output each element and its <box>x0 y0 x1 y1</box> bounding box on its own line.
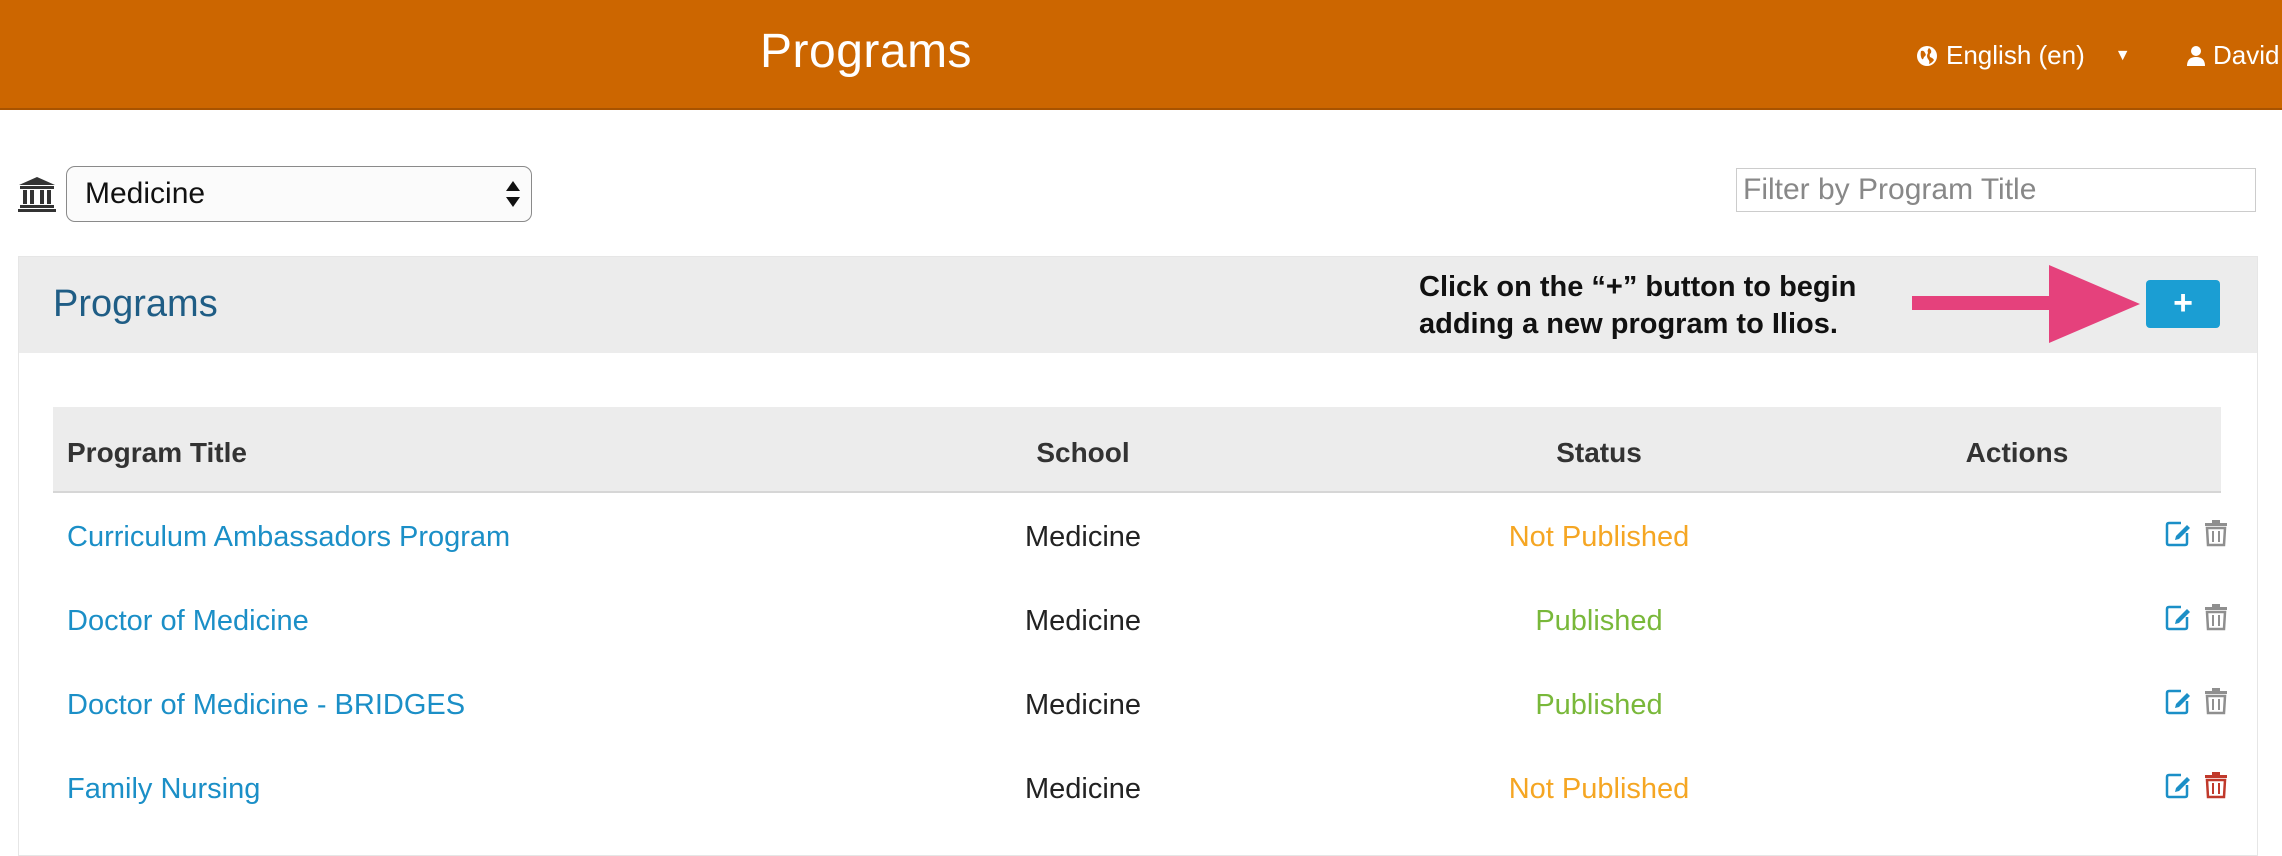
row-actions <box>2165 771 2229 799</box>
program-title-link[interactable]: Curriculum Ambassadors Program <box>67 521 510 554</box>
table-row: Family Nursing Medicine Not Published <box>53 757 2227 841</box>
user-icon <box>2187 45 2205 66</box>
trash-icon[interactable] <box>2203 603 2229 631</box>
row-actions <box>2165 519 2229 547</box>
trash-icon[interactable] <box>2203 687 2229 715</box>
program-school: Medicine <box>1024 773 1142 805</box>
column-header-status[interactable]: Status <box>1409 437 1789 469</box>
table-row: Doctor of Medicine Medicine Published <box>53 589 2227 673</box>
edit-icon[interactable] <box>2165 771 2191 799</box>
edit-icon[interactable] <box>2165 687 2191 715</box>
add-program-button[interactable]: + <box>2146 280 2220 328</box>
callout-arrow-icon <box>1912 265 2140 343</box>
top-navigation-bar: Programs English (en) ▼ David <box>0 0 2282 110</box>
column-header-actions: Actions <box>1965 437 2069 468</box>
language-label: English (en) <box>1946 40 2085 70</box>
trash-icon[interactable] <box>2203 771 2229 799</box>
program-status: Published <box>1535 689 1663 721</box>
edit-icon[interactable] <box>2165 603 2191 631</box>
page-title: Programs <box>760 25 973 78</box>
program-filter-input[interactable] <box>1736 168 2256 212</box>
row-actions <box>2165 687 2229 715</box>
program-school: Medicine <box>1024 521 1142 553</box>
program-status: Published <box>1535 605 1663 637</box>
school-select[interactable]: Medicine <box>66 166 532 222</box>
user-name: David <box>2213 40 2280 70</box>
select-arrows-icon <box>506 181 520 207</box>
edit-icon[interactable] <box>2165 519 2191 547</box>
chevron-down-icon: ▼ <box>2114 46 2131 64</box>
program-title-link[interactable]: Family Nursing <box>67 773 260 806</box>
program-school: Medicine <box>1024 689 1142 721</box>
program-title-link[interactable]: Doctor of Medicine - BRIDGES <box>67 689 465 722</box>
language-picker[interactable]: English (en) ▼ <box>1916 40 2131 71</box>
row-actions <box>2165 603 2229 631</box>
table-row: Doctor of Medicine - BRIDGES Medicine Pu… <box>53 673 2227 757</box>
program-status: Not Published <box>1508 521 1690 553</box>
programs-panel: Programs Click on the “+” button to begi… <box>18 256 2258 856</box>
callout-line-1: Click on the “+” button to begin <box>1419 271 1857 303</box>
institution-icon <box>18 177 56 212</box>
school-select-value: Medicine <box>85 177 206 210</box>
table-row: Curriculum Ambassadors Program Medicine … <box>53 505 2227 589</box>
program-school: Medicine <box>1024 605 1142 637</box>
user-menu[interactable]: David <box>2187 40 2279 71</box>
panel-title: Programs <box>53 283 218 325</box>
program-status: Not Published <box>1508 773 1690 805</box>
instruction-callout: Click on the “+” button to begin adding … <box>1419 269 1939 343</box>
trash-icon[interactable] <box>2203 519 2229 547</box>
callout-line-2: adding a new program to Ilios. <box>1419 308 1838 340</box>
table-header: Program Title School Status Actions <box>53 407 2221 493</box>
globe-icon <box>1917 45 1937 66</box>
panel-header: Programs Click on the “+” button to begi… <box>19 257 2257 353</box>
column-header-title[interactable]: Program Title <box>67 437 247 469</box>
column-header-school[interactable]: School <box>975 437 1191 469</box>
program-title-link[interactable]: Doctor of Medicine <box>67 605 309 638</box>
